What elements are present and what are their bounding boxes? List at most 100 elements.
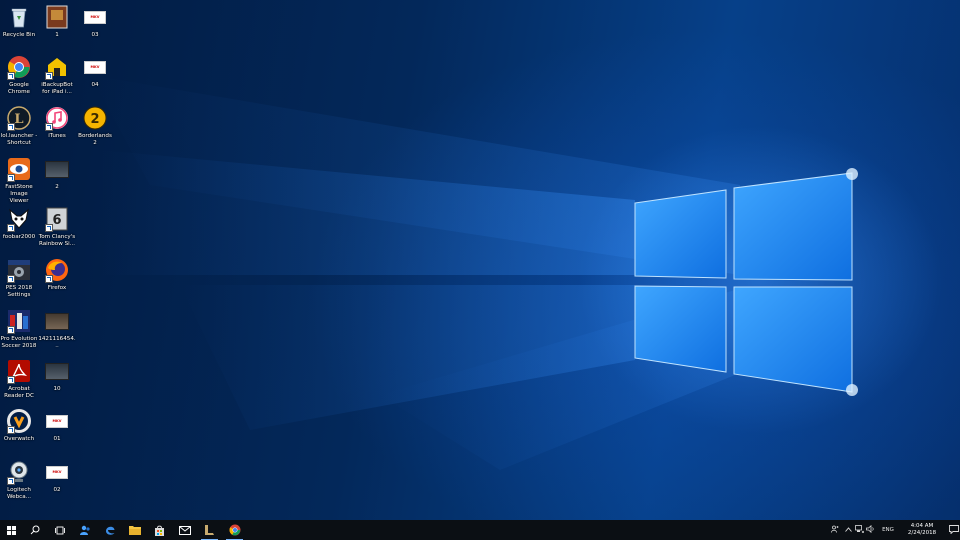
shortcut-arrow-icon — [45, 224, 53, 232]
file-142111-desktop-icon[interactable]: 1421116454... — [38, 308, 76, 350]
desktop-icon-label: 2 — [55, 184, 59, 190]
shortcut-arrow-icon — [7, 326, 15, 334]
faststone-desktop-icon[interactable]: FastStone Image Viewer — [0, 156, 38, 205]
taskbar-league-of-legends[interactable] — [197, 520, 222, 540]
desktop-icon-label: Recycle Bin — [2, 32, 36, 38]
desktop-icon-label: 01 — [53, 436, 61, 442]
file-10-desktop-icon[interactable]: 10 — [38, 358, 76, 393]
desktop-icon-label: Overwatch — [3, 436, 35, 442]
clock[interactable]: 4:04 AM 2/24/2018 — [902, 523, 942, 537]
people-icon — [79, 525, 90, 535]
taskbar-edge[interactable] — [97, 520, 122, 540]
windows-logo-icon — [6, 525, 16, 535]
desktop-icon-label: iBackupBot for iPad i... — [41, 82, 73, 95]
chevron-up-icon[interactable] — [842, 526, 854, 534]
task-view-icon — [54, 526, 65, 534]
mkv-file-icon: MKV — [46, 414, 68, 428]
desktop-icon-label: Tom Clancy's Rainbow Si... — [38, 234, 76, 247]
clock-time: 4:04 AM — [910, 523, 934, 529]
svg-text:L: L — [14, 112, 23, 127]
svg-text:6: 6 — [52, 213, 61, 228]
video-01-desktop-icon[interactable]: MKV 01 — [38, 408, 76, 443]
desktop[interactable]: Recycle Bin Google Chrome L lol.launcher… — [0, 0, 960, 520]
desktop-icon-label: 03 — [91, 32, 99, 38]
network-icon[interactable] — [854, 525, 865, 535]
video-04-desktop-icon[interactable]: MKV 04 — [76, 54, 114, 89]
lollauncher-desktop-icon[interactable]: L lol.launcher - Shortcut — [0, 105, 38, 147]
taskbar-people[interactable] — [72, 520, 97, 540]
volume-icon[interactable] — [865, 524, 876, 535]
shortcut-arrow-icon — [7, 477, 15, 485]
shortcut-arrow-icon — [45, 275, 53, 283]
desktop-icon-label: Logitech Webca... — [6, 487, 32, 500]
desktop-icon-label: 04 — [91, 82, 99, 88]
pes-settings-desktop-icon[interactable]: PES 2018 Settings — [0, 257, 38, 299]
mail-icon — [178, 525, 191, 535]
shortcut-arrow-icon — [7, 426, 15, 434]
desktop-icon-label: 10 — [53, 386, 61, 392]
file-2-desktop-icon[interactable]: 2 — [38, 156, 76, 191]
firefox-desktop-icon[interactable]: Firefox — [38, 257, 76, 292]
task-view-button[interactable] — [47, 520, 72, 540]
video-02-desktop-icon[interactable]: MKV 02 — [38, 459, 76, 494]
pes-2018-desktop-icon[interactable]: Pro Evolution Soccer 2018 — [0, 308, 38, 350]
system-tray: ENG 4:04 AM 2/24/2018 — [828, 520, 960, 540]
overwatch-desktop-icon[interactable]: Overwatch — [0, 408, 38, 443]
taskbar-chrome[interactable] — [222, 520, 247, 540]
search-icon — [30, 525, 39, 535]
logitech-desktop-icon[interactable]: Logitech Webca... — [0, 459, 38, 501]
language-indicator[interactable]: ENG — [879, 527, 897, 533]
svg-text:2: 2 — [90, 112, 99, 127]
rainbow-six-desktop-icon[interactable]: 6 Tom Clancy's Rainbow Si... — [38, 206, 76, 248]
ibackupbot-desktop-icon[interactable]: iBackupBot for iPad i... — [38, 54, 76, 96]
shortcut-arrow-icon — [7, 72, 15, 80]
shortcut-arrow-icon — [7, 275, 15, 283]
desktop-icon-label: lol.launcher - Shortcut — [0, 133, 38, 146]
taskbar-mail[interactable] — [172, 520, 197, 540]
action-center-button[interactable] — [946, 524, 960, 536]
desktop-icon-label: Pro Evolution Soccer 2018 — [0, 336, 38, 349]
desktop-icon-label: Firefox — [47, 285, 67, 291]
video-thumbnail-icon — [45, 160, 69, 178]
folder-icon — [128, 526, 141, 535]
recycle-bin-icon — [11, 8, 27, 28]
desktop-icon-label: PES 2018 Settings — [5, 285, 33, 298]
shortcut-arrow-icon — [7, 174, 15, 182]
desktop-icon-label: foobar2000 — [2, 234, 36, 240]
shortcut-arrow-icon — [7, 123, 15, 131]
foobar2000-desktop-icon[interactable]: foobar2000 — [0, 206, 38, 241]
taskbar-file-explorer[interactable] — [122, 520, 147, 540]
desktop-icon-label: 1421116454... — [38, 336, 76, 349]
desktop-icon-label: Borderlands 2 — [78, 133, 112, 146]
mkv-file-icon: MKV — [84, 60, 106, 74]
video-03-desktop-icon[interactable]: MKV 03 — [76, 4, 114, 39]
desktop-icon-label: FastStone Image Viewer — [5, 184, 33, 204]
store-bag-icon — [155, 525, 164, 536]
taskbar: ENG 4:04 AM 2/24/2018 — [0, 520, 960, 540]
people-tray-icon[interactable] — [828, 525, 842, 535]
shortcut-arrow-icon — [7, 376, 15, 384]
search-button[interactable] — [22, 520, 47, 540]
desktop-icon-label: iTunes — [48, 133, 66, 139]
shortcut-arrow-icon — [45, 123, 53, 131]
mkv-file-icon: MKV — [84, 10, 106, 24]
borderlands-2-desktop-icon[interactable]: 2 Borderlands 2 — [76, 105, 114, 147]
google-chrome-desktop-icon[interactable]: Google Chrome — [0, 54, 38, 96]
recycle-bin-icon-tile[interactable]: Recycle Bin — [0, 4, 38, 39]
video-thumbnail-icon — [45, 362, 69, 380]
file-1-desktop-icon[interactable]: 1 — [38, 4, 76, 39]
clock-date: 2/24/2018 — [907, 530, 937, 536]
notification-icon — [949, 524, 959, 535]
image-thumbnail-icon — [45, 312, 69, 330]
start-button[interactable] — [0, 520, 22, 540]
taskbar-store[interactable] — [147, 520, 172, 540]
image-file-icon — [46, 5, 68, 29]
desktop-icon-label: 1 — [55, 32, 59, 38]
league-of-legends-icon — [205, 525, 214, 535]
acrobat-desktop-icon[interactable]: Acrobat Reader DC — [0, 358, 38, 400]
desktop-icon-label: 02 — [53, 487, 61, 493]
wallpaper-light-beams — [90, 75, 858, 470]
itunes-desktop-icon[interactable]: iTunes — [38, 105, 76, 140]
desktop-icon-label: Google Chrome — [8, 82, 30, 95]
chrome-icon — [229, 524, 240, 536]
